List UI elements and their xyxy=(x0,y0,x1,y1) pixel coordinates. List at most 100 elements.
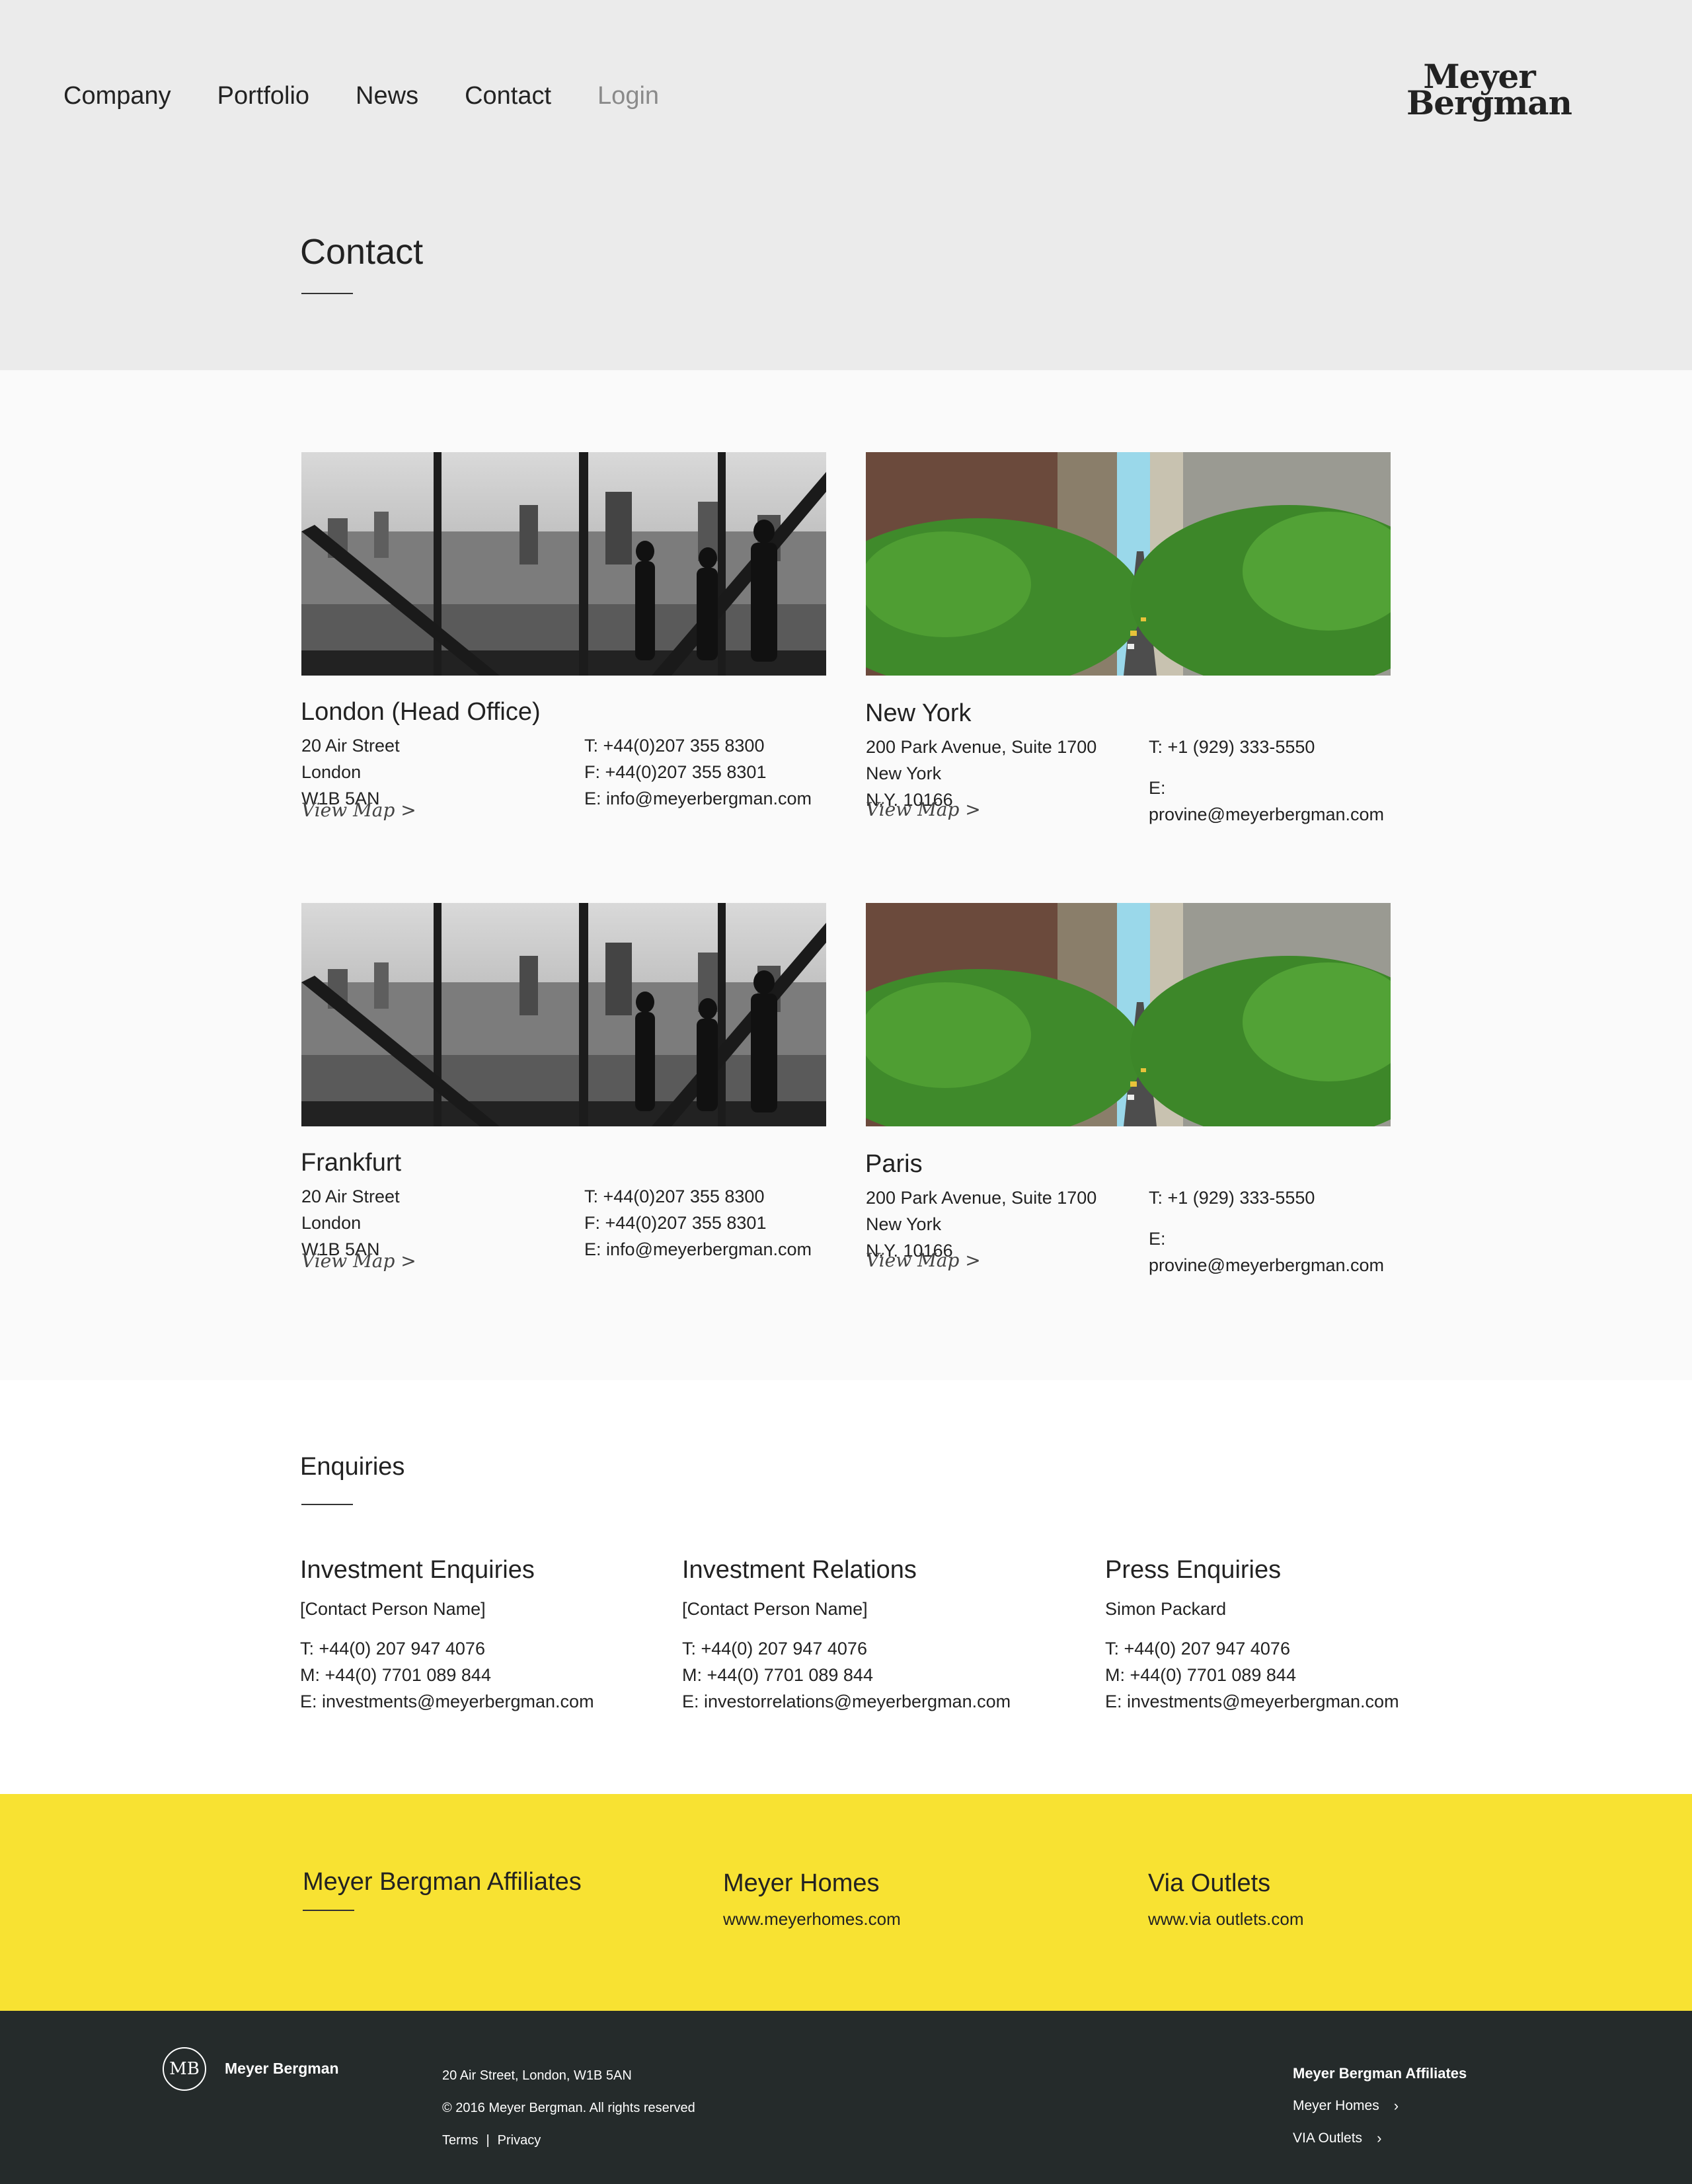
city-street-photo xyxy=(866,903,1391,1126)
enquiry-contact: T: +44(0) 207 947 4076 M: +44(0) 7701 08… xyxy=(682,1635,1011,1715)
phone-line: T: +44(0) 207 947 4076 xyxy=(1105,1639,1290,1658)
enquiry-column-press: Press Enquiries Simon Packard T: +44(0) … xyxy=(1105,1553,1399,1715)
email-line[interactable]: E: investorrelations@meyerbergman.com xyxy=(682,1688,1011,1715)
office-contact: T: +44(0)207 355 8300 F: +44(0)207 355 8… xyxy=(584,1183,812,1263)
footer-info: 20 Air Street, London, W1B 5AN © 2016 Me… xyxy=(442,2060,695,2157)
main-nav: Company Portfolio News Contact Login xyxy=(63,79,705,112)
affiliate-name: Via Outlets xyxy=(1148,1869,1271,1897)
enquiry-heading: Investment Enquiries xyxy=(300,1556,535,1584)
logo-line-2: Bergman xyxy=(1406,83,1572,122)
email-line[interactable]: E: info@meyerbergman.com xyxy=(584,1236,812,1263)
mobile-line: M: +44(0) 7701 089 844 xyxy=(682,1665,873,1685)
link-separator: | xyxy=(486,2133,490,2148)
email-line[interactable]: E: investments@meyerbergman.com xyxy=(300,1688,594,1715)
footer-affiliates: Meyer Bergman Affiliates Meyer Homes › V… xyxy=(1293,2057,1467,2154)
affiliate-url-link[interactable]: www.meyerhomes.com xyxy=(723,1909,901,1930)
office-card-london: London (Head Office) 20 Air Street Londo… xyxy=(301,452,830,875)
enquiry-column-investment: Investment Enquiries [Contact Person Nam… xyxy=(300,1553,594,1715)
office-name: London (Head Office) xyxy=(301,698,541,726)
nav-company[interactable]: Company xyxy=(63,79,171,112)
site-header: Company Portfolio News Contact Login Mey… xyxy=(0,0,1692,370)
office-name: Paris xyxy=(865,1150,923,1178)
monogram-logo[interactable]: MB xyxy=(163,2047,206,2091)
city-street-photo xyxy=(866,452,1391,676)
privacy-link[interactable]: Privacy xyxy=(498,2133,541,2148)
affiliates-divider xyxy=(303,1910,354,1911)
office-photo xyxy=(301,452,826,676)
footer-address: 20 Air Street, London, W1B 5AN xyxy=(442,2068,632,2083)
affiliate-via-outlets: Via Outlets www.via outlets.com xyxy=(1148,1867,1304,1930)
nav-portfolio[interactable]: Portfolio xyxy=(217,79,309,112)
address-line: London xyxy=(301,1213,362,1233)
chevron-right-icon: › xyxy=(1377,2130,1382,2146)
enquiries-divider xyxy=(301,1504,353,1505)
enquiry-person: [Contact Person Name] xyxy=(682,1599,868,1619)
email-line[interactable]: E: provine@meyerbergman.com xyxy=(1149,775,1395,828)
enquiries-title: Enquiries xyxy=(300,1453,405,1481)
affiliates-section: Meyer Bergman Affiliates Meyer Homes www… xyxy=(0,1794,1692,2011)
site-footer: MB Meyer Bergman 20 Air Street, London, … xyxy=(0,2011,1692,2184)
footer-affiliate-label: Meyer Homes xyxy=(1293,2098,1379,2113)
address-line: New York xyxy=(866,763,942,783)
title-divider xyxy=(301,293,353,294)
email-line[interactable]: E: provine@meyerbergman.com xyxy=(1149,1226,1395,1278)
affiliate-name: Meyer Homes xyxy=(723,1869,880,1897)
phone-line: T: +1 (929) 333-5550 xyxy=(1149,737,1315,757)
view-map-link[interactable]: View Map > xyxy=(866,799,981,820)
office-silhouette-photo xyxy=(301,452,826,676)
view-map-link[interactable]: View Map > xyxy=(866,1249,981,1271)
office-card-paris: Paris 200 Park Avenue, Suite 1700 New Yo… xyxy=(865,903,1395,1326)
enquiry-person: Simon Packard xyxy=(1105,1599,1227,1619)
footer-affiliate-via-outlets[interactable]: VIA Outlets › xyxy=(1293,2122,1467,2154)
page-title: Contact xyxy=(300,232,424,272)
phone-line: T: +44(0) 207 947 4076 xyxy=(682,1639,867,1658)
address-line: 200 Park Avenue, Suite 1700 xyxy=(866,1188,1097,1208)
address-line: 20 Air Street xyxy=(301,1187,400,1206)
enquiry-heading: Investment Relations xyxy=(682,1556,917,1584)
address-line: London xyxy=(301,762,362,782)
phone-line: T: +1 (929) 333-5550 xyxy=(1149,1188,1315,1208)
office-card-frankfurt: Frankfurt 20 Air Street London W1B 5AN T… xyxy=(301,903,830,1326)
phone-line: T: +44(0) 207 947 4076 xyxy=(300,1639,485,1658)
office-name: New York xyxy=(865,699,972,727)
enquiry-column-relations: Investment Relations [Contact Person Nam… xyxy=(682,1553,1011,1715)
office-contact: T: +44(0)207 355 8300 F: +44(0)207 355 8… xyxy=(584,732,812,812)
address-line: 200 Park Avenue, Suite 1700 xyxy=(866,737,1097,757)
office-contact: T: +1 (929) 333-5550 E: provine@meyerber… xyxy=(1149,1185,1395,1278)
enquiries-section: Enquiries Investment Enquiries [Contact … xyxy=(0,1380,1692,1794)
email-line[interactable]: E: info@meyerbergman.com xyxy=(584,785,812,812)
offices-section: London (Head Office) 20 Air Street Londo… xyxy=(0,370,1692,1380)
mobile-line: M: +44(0) 7701 089 844 xyxy=(300,1665,491,1685)
nav-news[interactable]: News xyxy=(356,79,418,112)
view-map-link[interactable]: View Map > xyxy=(301,1250,416,1272)
enquiry-contact: T: +44(0) 207 947 4076 M: +44(0) 7701 08… xyxy=(300,1635,594,1715)
terms-link[interactable]: Terms xyxy=(442,2133,478,2148)
address-line: 20 Air Street xyxy=(301,736,400,756)
footer-affiliate-meyer-homes[interactable]: Meyer Homes › xyxy=(1293,2089,1467,2122)
nav-login[interactable]: Login xyxy=(597,79,659,112)
footer-affiliates-title: Meyer Bergman Affiliates xyxy=(1293,2065,1467,2082)
phone-line: T: +44(0)207 355 8300 xyxy=(584,736,765,756)
affiliate-meyer-homes: Meyer Homes www.meyerhomes.com xyxy=(723,1867,901,1930)
office-name: Frankfurt xyxy=(301,1149,402,1177)
office-card-new-york: New York 200 Park Avenue, Suite 1700 New… xyxy=(865,452,1395,875)
site-logo[interactable]: Meyer Bergman xyxy=(1406,60,1572,122)
email-line[interactable]: E: investments@meyerbergman.com xyxy=(1105,1688,1399,1715)
enquiry-person: [Contact Person Name] xyxy=(300,1599,486,1619)
footer-copyright: © 2016 Meyer Bergman. All rights reserve… xyxy=(442,2101,695,2115)
mobile-line: M: +44(0) 7701 089 844 xyxy=(1105,1665,1296,1685)
address-line: New York xyxy=(866,1214,942,1234)
office-contact: T: +1 (929) 333-5550 E: provine@meyerber… xyxy=(1149,734,1395,828)
office-photo xyxy=(301,903,826,1126)
enquiry-contact: T: +44(0) 207 947 4076 M: +44(0) 7701 08… xyxy=(1105,1635,1399,1715)
affiliates-title: Meyer Bergman Affiliates xyxy=(303,1868,582,1896)
enquiry-heading: Press Enquiries xyxy=(1105,1556,1282,1584)
office-photo xyxy=(866,452,1391,676)
chevron-right-icon: › xyxy=(1393,2097,1399,2114)
affiliate-url-link[interactable]: www.via outlets.com xyxy=(1148,1909,1304,1930)
footer-legal-links: Terms | Privacy xyxy=(442,2125,695,2157)
fax-line: F: +44(0)207 355 8301 xyxy=(584,1213,767,1233)
office-silhouette-photo xyxy=(301,903,826,1126)
nav-contact[interactable]: Contact xyxy=(465,79,551,112)
view-map-link[interactable]: View Map > xyxy=(301,799,416,821)
